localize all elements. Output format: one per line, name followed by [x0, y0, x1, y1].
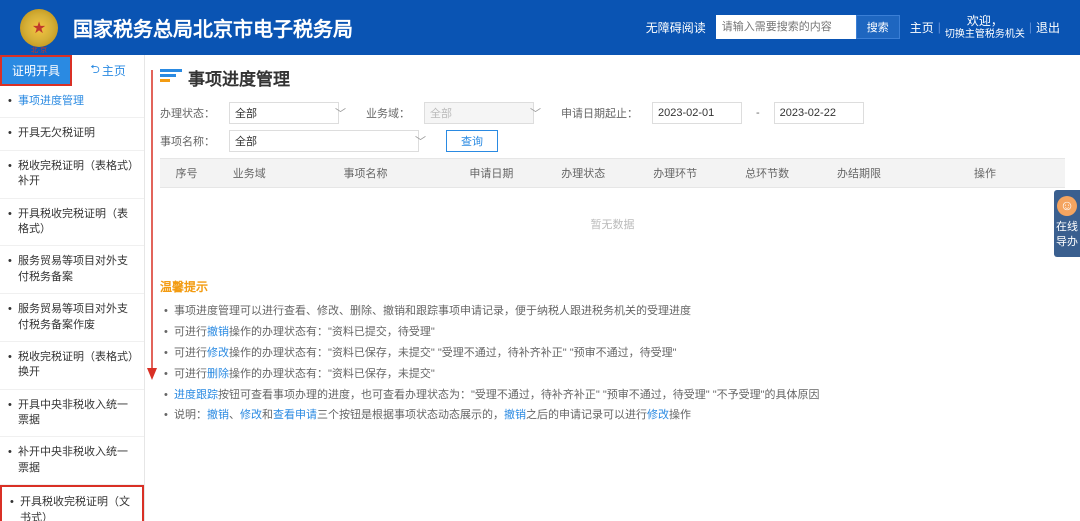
item-select[interactable]	[229, 130, 419, 152]
tip-row: 可进行删除操作的办理状态有："资料已保存，未提交"	[164, 364, 1065, 385]
app-title: 国家税务总局北京市电子税务局	[73, 13, 353, 42]
tips-title: 温馨提示	[160, 278, 1065, 295]
assistant-avatar-icon	[1057, 196, 1077, 216]
filter-bar: 办理状态： ﹀ 业务域： ﹀ 申请日期起止： -	[160, 102, 1065, 124]
page-title: 事项进度管理	[188, 65, 290, 90]
search-input[interactable]	[716, 15, 856, 39]
tips-list: 事项进度管理可以进行查看、修改、删除、撤销和跟踪事项申请记录，便于纳税人跟进税务…	[160, 301, 1065, 426]
logout-link[interactable]: 退出	[1036, 19, 1060, 36]
sidebar-item[interactable]: 税收完税证明（表格式）换开	[0, 342, 144, 390]
sidebar-home-button[interactable]: ⮌ 主页	[72, 55, 144, 86]
date-separator: -	[756, 107, 760, 119]
app-header: 北·京 国家税务总局北京市电子税务局 无障碍阅读 搜索 主页 | 欢迎， 切换主…	[0, 0, 1080, 55]
domain-label: 业务域：	[366, 105, 410, 121]
sidebar-item-progress[interactable]: 事项进度管理	[0, 86, 144, 118]
sidebar-menu: 事项进度管理 开具无欠税证明 税收完税证明（表格式）补开 开具税收完税证明（表格…	[0, 86, 144, 521]
search-button[interactable]: 搜索	[856, 15, 900, 39]
filter-bar-2: 事项名称： ﹀ 查询	[160, 130, 1065, 152]
results-table: 序号 业务域 事项名称 申请日期 办理状态 办理环节 总环节数 办结期限 操作	[160, 158, 1065, 188]
domain-select[interactable]	[424, 102, 534, 124]
col-name: 事项名称	[285, 159, 445, 188]
col-date: 申请日期	[445, 159, 537, 188]
separator: |	[938, 20, 941, 34]
switch-authority-link[interactable]: 切换主管税务机关	[945, 29, 1025, 41]
tip-row: 说明：撤销、修改和查看申请三个按钮是根据事项状态动态展示的，撤销之后的申请记录可…	[164, 405, 1065, 426]
sidebar: 证明开具 ⮌ 主页 事项进度管理 开具无欠税证明 税收完税证明（表格式）补开 开…	[0, 55, 145, 521]
sidebar-home-label: 主页	[102, 62, 126, 79]
col-status: 办理状态	[537, 159, 629, 188]
sidebar-item[interactable]: 服务贸易等项目对外支付税务备案作废	[0, 294, 144, 342]
welcome-block: 欢迎， 切换主管税务机关	[945, 14, 1025, 40]
query-button[interactable]: 查询	[446, 130, 498, 152]
tip-row: 进度跟踪按钮可查看事项办理的进度，也可查看办理状态为："受理不通过，待补齐补正"…	[164, 385, 1065, 406]
table-empty-text: 暂无数据	[160, 188, 1065, 260]
welcome-text: 欢迎，	[945, 14, 1025, 28]
col-domain: 业务域	[213, 159, 285, 188]
tip-row: 可进行修改操作的办理状态有："资料已保存，未提交" "受理不通过，待补齐补正" …	[164, 343, 1065, 364]
item-label: 事项名称：	[160, 133, 215, 149]
col-deadline: 办结期限	[813, 159, 905, 188]
sidebar-item[interactable]: 补开中央非税收入统一票据	[0, 437, 144, 485]
sidebar-item-cert-doc[interactable]: 开具税收完税证明（文书式）	[0, 485, 144, 521]
online-guide-label: 在线导办	[1054, 220, 1080, 251]
date-to-input[interactable]	[774, 102, 864, 124]
back-icon: ⮌	[90, 60, 100, 81]
status-select[interactable]	[229, 102, 339, 124]
page-title-icon	[160, 69, 182, 87]
tip-row: 可进行撤销操作的办理状态有："资料已提交，待受理"	[164, 322, 1065, 343]
date-from-input[interactable]	[652, 102, 742, 124]
sidebar-item[interactable]: 税收完税证明（表格式）补开	[0, 151, 144, 199]
sidebar-item[interactable]: 开具中央非税收入统一票据	[0, 390, 144, 438]
col-index: 序号	[160, 159, 213, 188]
online-guide-button[interactable]: 在线导办	[1054, 190, 1080, 257]
separator: |	[1029, 20, 1032, 34]
sidebar-item[interactable]: 服务贸易等项目对外支付税务备案	[0, 246, 144, 294]
col-step: 办理环节	[629, 159, 721, 188]
tip-row: 事项进度管理可以进行查看、修改、删除、撤销和跟踪事项申请记录，便于纳税人跟进税务…	[164, 301, 1065, 322]
sidebar-item[interactable]: 开具税收完税证明（表格式）	[0, 199, 144, 247]
accessibility-link[interactable]: 无障碍阅读	[646, 19, 706, 36]
sidebar-tab-certificates[interactable]: 证明开具	[0, 55, 72, 86]
status-label: 办理状态：	[160, 105, 215, 121]
main-content: 事项进度管理 办理状态： ﹀ 业务域： ﹀ 申请日期起止： - 事项名称： ﹀ …	[145, 55, 1080, 521]
date-label: 申请日期起止：	[561, 105, 638, 121]
home-link[interactable]: 主页	[910, 19, 934, 36]
col-total: 总环节数	[721, 159, 813, 188]
sidebar-item[interactable]: 开具无欠税证明	[0, 118, 144, 150]
national-emblem-icon: 北·京	[20, 9, 58, 47]
col-action: 操作	[905, 159, 1065, 188]
